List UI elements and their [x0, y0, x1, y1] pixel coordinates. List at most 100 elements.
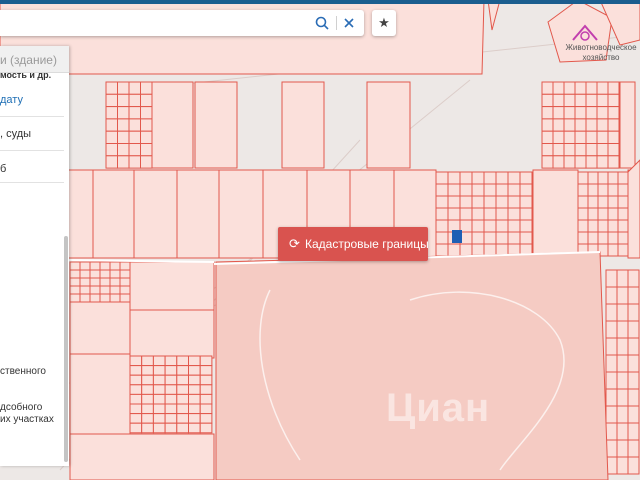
parcel[interactable]: [627, 422, 640, 441]
parcel[interactable]: [188, 355, 201, 367]
parcel[interactable]: [194, 81, 238, 169]
parcel[interactable]: [607, 207, 619, 221]
parcel[interactable]: [607, 155, 620, 169]
parcel[interactable]: [616, 269, 629, 288]
parcel[interactable]: [483, 219, 497, 233]
parcel[interactable]: [69, 301, 131, 355]
parcel[interactable]: [597, 195, 609, 209]
parcel[interactable]: [507, 231, 521, 245]
parcel[interactable]: [605, 354, 618, 373]
parcel[interactable]: [435, 171, 449, 185]
parcel[interactable]: [99, 261, 111, 271]
parcel[interactable]: [447, 243, 461, 257]
parcel[interactable]: [519, 231, 533, 245]
parcel[interactable]: [89, 293, 101, 303]
parcel[interactable]: [199, 374, 213, 386]
parcel[interactable]: [109, 261, 121, 271]
parcel[interactable]: [596, 155, 609, 169]
parcel[interactable]: [577, 231, 589, 245]
parcel[interactable]: [119, 277, 131, 287]
parcel[interactable]: [627, 405, 640, 424]
parcel[interactable]: [164, 422, 178, 434]
parcel[interactable]: [596, 106, 609, 120]
parcel[interactable]: [541, 130, 554, 144]
parcel[interactable]: [69, 293, 81, 303]
parcel[interactable]: [597, 183, 609, 197]
parcel[interactable]: [596, 143, 609, 157]
parcel[interactable]: [199, 365, 213, 376]
favorite-button[interactable]: ★: [372, 10, 396, 36]
parcel[interactable]: [563, 81, 576, 95]
parcel[interactable]: [495, 183, 509, 197]
parcel[interactable]: [129, 309, 215, 359]
parcel[interactable]: [199, 422, 213, 434]
parcel[interactable]: [117, 130, 130, 144]
parcel[interactable]: [617, 231, 629, 245]
parcel[interactable]: [109, 293, 121, 303]
parcel[interactable]: [585, 118, 598, 132]
parcel[interactable]: [141, 422, 154, 434]
parcel[interactable]: [435, 231, 449, 245]
parcel[interactable]: [140, 118, 153, 132]
parcel[interactable]: [616, 388, 629, 407]
parcel[interactable]: [117, 81, 130, 95]
parcel[interactable]: [69, 285, 81, 295]
parcel[interactable]: [552, 155, 565, 169]
parcel[interactable]: [507, 183, 521, 197]
parcel[interactable]: [79, 293, 91, 303]
parcel[interactable]: [605, 388, 618, 407]
parcel[interactable]: [552, 130, 565, 144]
parcel[interactable]: [89, 269, 101, 279]
parcel[interactable]: [69, 353, 131, 435]
parcel[interactable]: [447, 195, 461, 209]
parcel[interactable]: [483, 183, 497, 197]
parcel[interactable]: [89, 261, 101, 271]
parcel[interactable]: [577, 219, 589, 233]
parcel[interactable]: [585, 106, 598, 120]
parcel[interactable]: [605, 371, 618, 390]
parcel[interactable]: [119, 269, 131, 279]
parcel[interactable]: [447, 183, 461, 197]
parcel[interactable]: [459, 195, 473, 209]
parcel[interactable]: [627, 388, 640, 407]
magnifier-icon[interactable]: [314, 15, 330, 31]
parcel[interactable]: [617, 183, 629, 197]
parcel[interactable]: [109, 277, 121, 287]
parcel[interactable]: [140, 130, 153, 144]
parcel[interactable]: [541, 81, 554, 95]
parcel[interactable]: [596, 93, 609, 108]
parcel[interactable]: [483, 231, 497, 245]
parcel[interactable]: [495, 207, 509, 221]
parcel[interactable]: [585, 93, 598, 108]
parcel[interactable]: [152, 403, 166, 415]
parcel[interactable]: [585, 130, 598, 144]
parcel[interactable]: [199, 384, 213, 395]
parcel[interactable]: [483, 243, 497, 257]
selected-parcel[interactable]: [452, 230, 462, 243]
parcel[interactable]: [164, 393, 178, 405]
parcel[interactable]: [616, 405, 629, 424]
parcel[interactable]: [607, 219, 619, 233]
parcel[interactable]: [587, 171, 599, 185]
parcel[interactable]: [99, 293, 111, 303]
parcel[interactable]: [541, 93, 554, 108]
parcel[interactable]: [563, 155, 576, 169]
parcel[interactable]: [128, 93, 141, 108]
parcel[interactable]: [99, 277, 111, 287]
parcel[interactable]: [129, 355, 143, 367]
parcel[interactable]: [563, 130, 576, 144]
parcel[interactable]: [188, 384, 201, 395]
parcel[interactable]: [619, 81, 636, 169]
parcel[interactable]: [597, 171, 609, 185]
parcel[interactable]: [596, 118, 609, 132]
parcel[interactable]: [616, 456, 629, 475]
parcel[interactable]: [627, 159, 640, 259]
parcel[interactable]: [119, 261, 131, 271]
parcel[interactable]: [616, 286, 629, 305]
parcel[interactable]: [129, 365, 143, 376]
parcel[interactable]: [507, 219, 521, 233]
parcel[interactable]: [616, 371, 629, 390]
parcel[interactable]: [164, 384, 178, 395]
parcel[interactable]: [176, 374, 190, 386]
parcel[interactable]: [585, 81, 598, 95]
